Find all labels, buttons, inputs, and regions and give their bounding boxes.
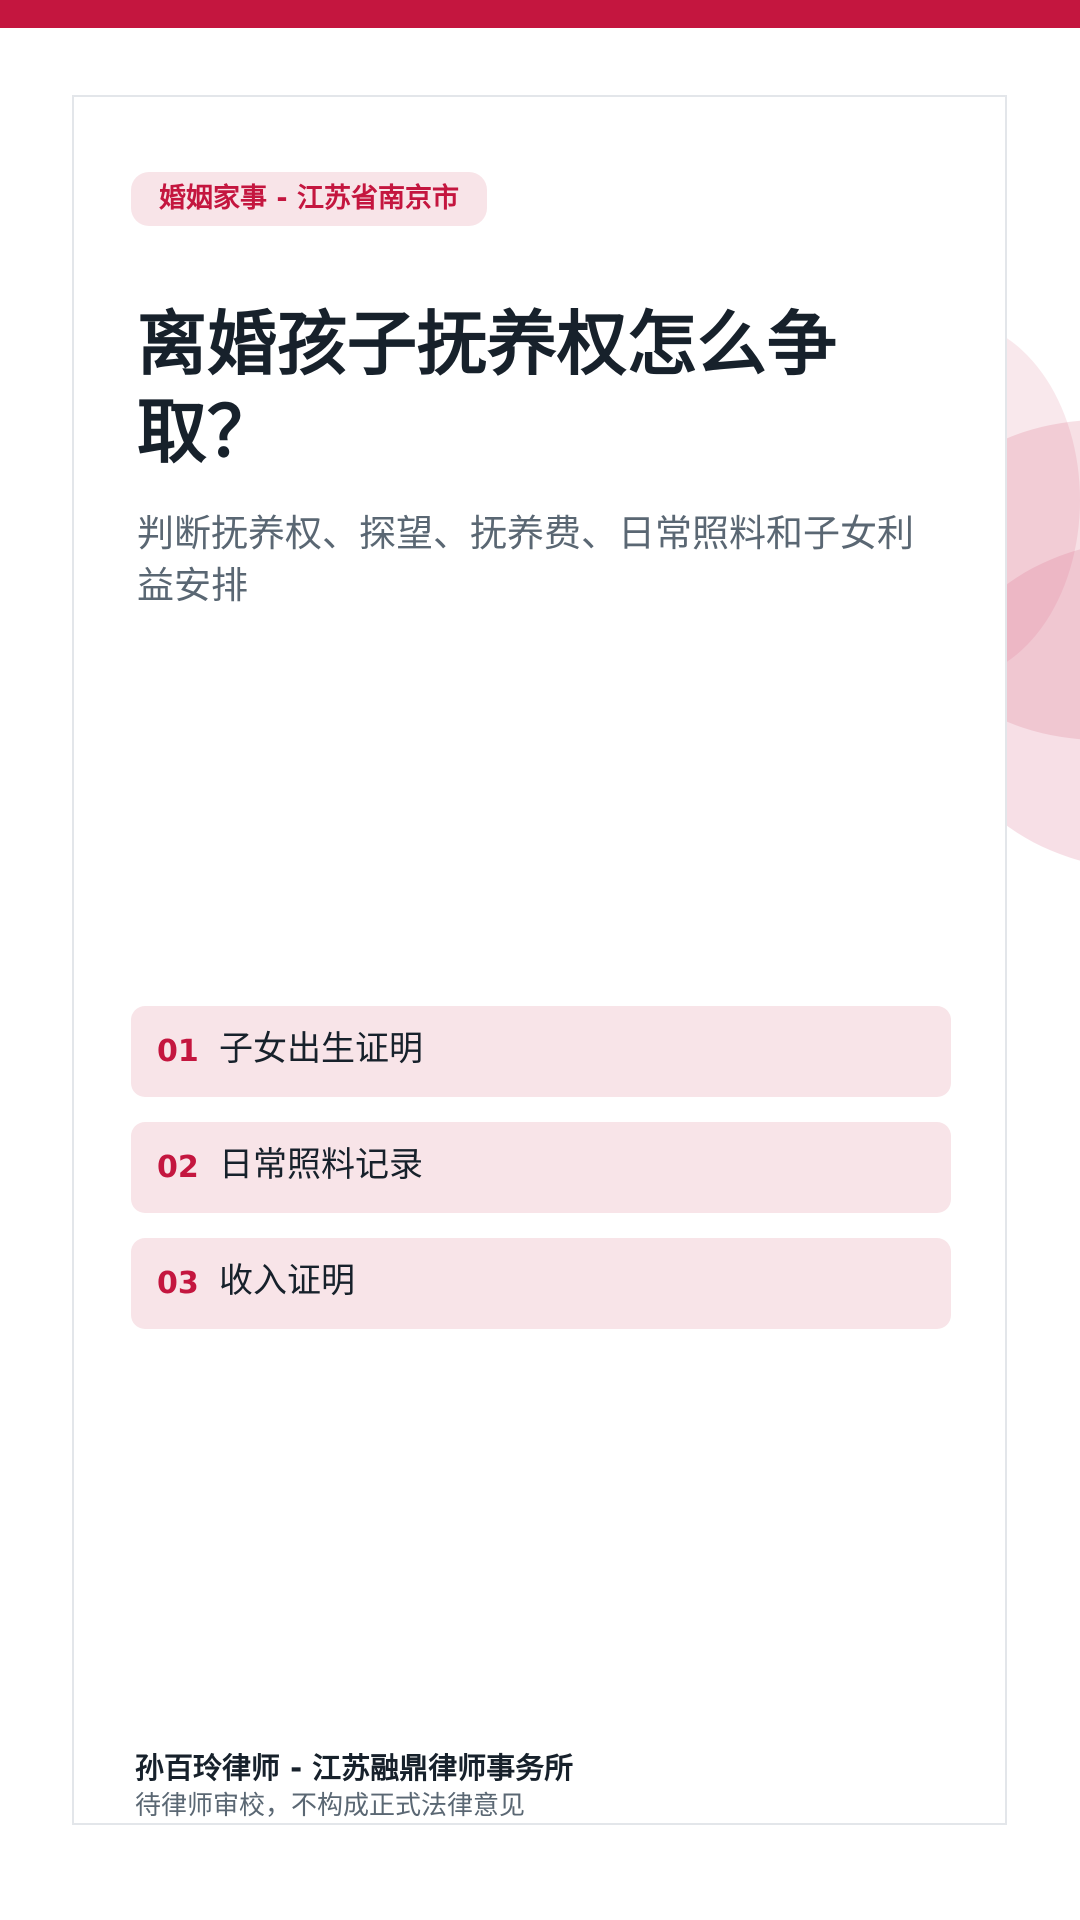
page: 婚姻家事 - 江苏省南京市 离婚孩子抚养权怎么争取？ 判断抚养权、探望、抚养费、… [0,0,1080,1920]
footer-disclaimer: 待律师审校，不构成正式法律意见 [135,1791,526,1821]
list-item-number: 03 [157,1266,199,1301]
category-tag: 婚姻家事 - 江苏省南京市 [131,172,488,226]
list-item: 02 日常照料记录 [131,1122,951,1213]
list-item-label: 日常照料记录 [219,1145,423,1185]
page-title: 离婚孩子抚养权怎么争取？ [137,303,837,473]
top-accent-bar [0,0,1080,28]
checklist: 01 子女出生证明 02 日常照料记录 03 收入证明 [131,1006,951,1354]
list-item: 01 子女出生证明 [131,1006,951,1097]
footer-author: 孙百玲律师 - 江苏融鼎律师事务所 [135,1751,574,1785]
list-item: 03 收入证明 [131,1238,951,1329]
list-item-label: 收入证明 [219,1261,355,1301]
list-item-number: 01 [157,1034,199,1069]
page-subtitle: 判断抚养权、探望、抚养费、日常照料和子女利益安排 [137,512,914,607]
list-item-label: 子女出生证明 [219,1029,423,1069]
list-item-number: 02 [157,1150,199,1185]
